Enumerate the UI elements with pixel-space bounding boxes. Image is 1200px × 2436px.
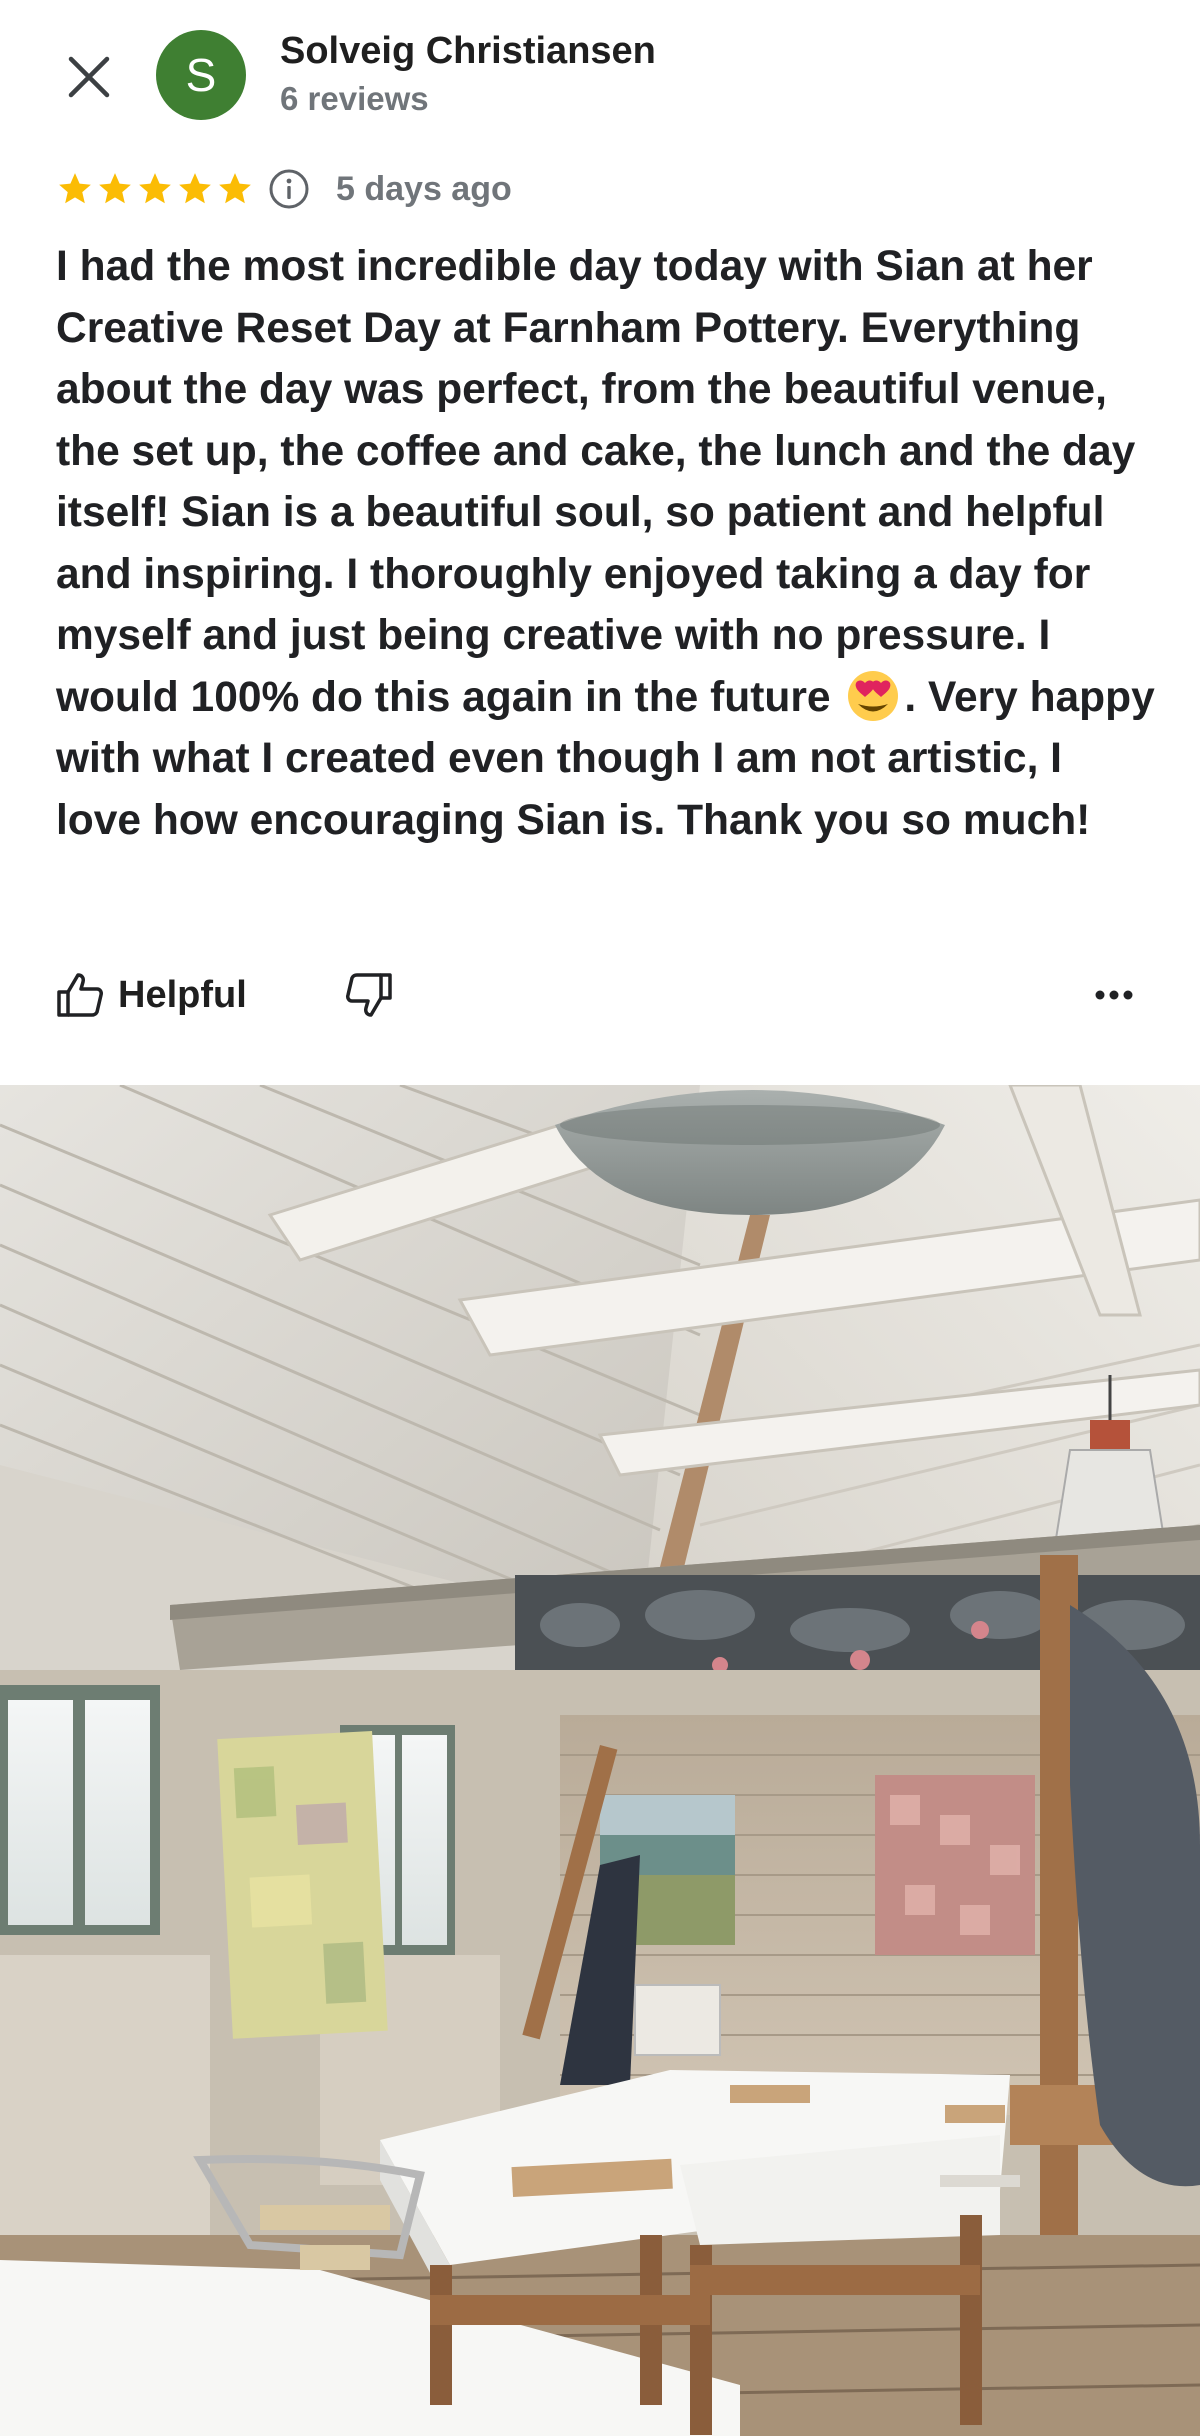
rating-row: 5 days ago	[56, 166, 512, 212]
not-helpful-button[interactable]	[342, 968, 396, 1022]
star-icon	[139, 173, 171, 204]
review-date: 5 days ago	[336, 169, 512, 208]
star-icon	[59, 173, 91, 204]
star-icon	[219, 173, 251, 204]
heart-eyes-emoji-icon	[848, 670, 899, 721]
review-header: S Solveig Christiansen 6 reviews	[0, 0, 1200, 150]
star-icon	[179, 173, 211, 204]
avatar-initial: S	[185, 49, 217, 101]
star-icon	[99, 173, 131, 204]
more-horizontal-icon	[1095, 990, 1133, 1000]
close-button[interactable]	[56, 44, 122, 110]
thumbs-down-icon	[346, 973, 392, 1017]
review-text: I had the most incredible day today with…	[56, 236, 1156, 851]
helpful-button[interactable]: Helpful	[56, 960, 247, 1030]
thumbs-up-icon	[57, 973, 103, 1017]
review-count[interactable]: 6 reviews	[280, 80, 429, 118]
more-options-button[interactable]	[1084, 968, 1144, 1022]
review-actions: Helpful	[56, 960, 1144, 1030]
star-rating	[56, 170, 254, 208]
avatar[interactable]: S	[156, 30, 246, 120]
info-button[interactable]	[268, 168, 310, 210]
info-icon	[269, 169, 309, 209]
helpful-label: Helpful	[118, 973, 247, 1016]
studio-interior-image	[0, 1085, 1200, 2436]
review-photo[interactable]	[0, 1085, 1200, 2436]
review-text-part-1: I had the most incredible day today with…	[56, 243, 1136, 721]
close-icon	[68, 56, 110, 98]
reviewer-name[interactable]: Solveig Christiansen	[280, 30, 656, 73]
